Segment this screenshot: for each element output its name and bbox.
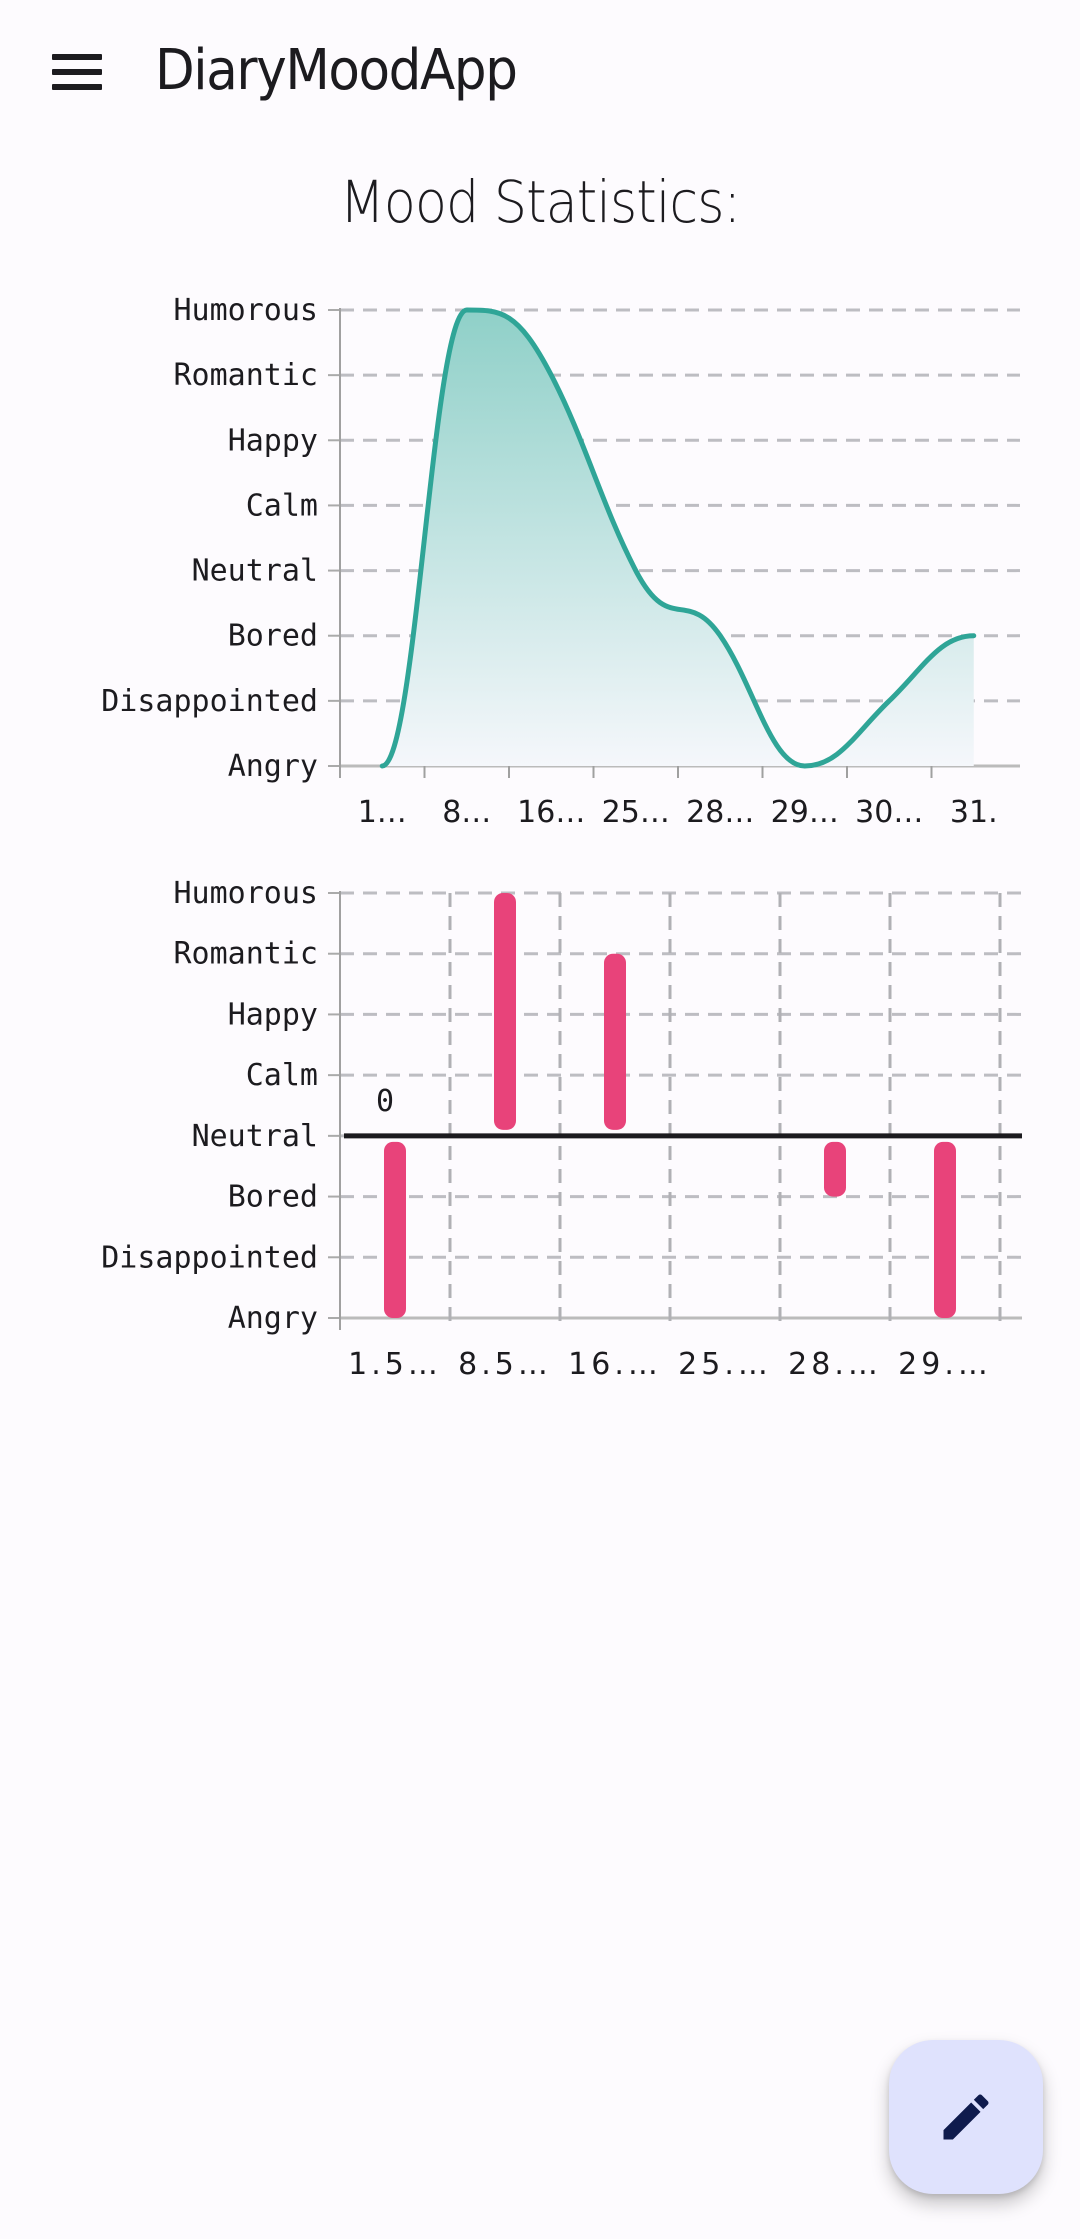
mood-bar — [824, 1141, 846, 1197]
y-tick-label: Calm — [246, 488, 318, 523]
pencil-edit-icon — [943, 2094, 989, 2140]
x-tick-label: 1.5… — [348, 1347, 442, 1382]
y-tick-label: Angry — [228, 749, 318, 784]
y-tick-label: Disappointed — [101, 1240, 318, 1275]
baseline-annotation: 0 — [376, 1084, 394, 1119]
mood-bar-chart: Angry Disappointed Bored Neutral Calm Happy Ro… — [101, 876, 1022, 1382]
x-tick-label: 16… — [517, 795, 585, 830]
y-tick-label: Happy — [228, 997, 318, 1032]
x-tick-label: 1… — [358, 795, 407, 830]
x-tick-label: 28.… — [788, 1347, 882, 1382]
mood-line-chart: Angry Disappointed Bored Neutral Calm Happy Ro… — [101, 293, 1020, 830]
y-tick-label: Bored — [228, 619, 318, 654]
y-tick-label: Calm — [246, 1058, 318, 1093]
y-tick-label: Bored — [228, 1180, 318, 1215]
x-tick-label: 29.… — [898, 1347, 992, 1382]
mood-bar — [494, 893, 516, 1130]
y-tick-label: Disappointed — [101, 684, 318, 719]
x-tick-label: 25… — [602, 795, 670, 830]
menu-button[interactable] — [40, 40, 114, 104]
x-tick-label: 31. — [950, 795, 998, 830]
x-tick-label: 30… — [855, 795, 923, 830]
mood-bar — [604, 953, 626, 1130]
new-entry-fab[interactable] — [889, 2040, 1043, 2194]
mood-bar — [384, 1141, 406, 1318]
x-tick-label: 28… — [686, 795, 754, 830]
area-fill — [382, 310, 974, 766]
x-tick-label: 25.… — [678, 1347, 772, 1382]
x-tick-label: 16.… — [568, 1347, 662, 1382]
y-tick-label: Humorous — [174, 876, 319, 911]
app-bar: DiaryMoodApp — [0, 0, 1080, 150]
page-title: Mood Statistics: — [339, 168, 741, 236]
y-tick-label: Happy — [228, 423, 318, 458]
y-tick-label: Neutral — [192, 1119, 318, 1154]
app-title: DiaryMoodApp — [155, 38, 518, 103]
x-tick-label: 29… — [771, 795, 839, 830]
y-tick-label: Humorous — [174, 293, 319, 328]
y-tick-label: Romantic — [174, 358, 319, 393]
y-tick-label: Romantic — [174, 937, 319, 972]
mood-bar — [934, 1141, 956, 1318]
y-tick-label: Neutral — [192, 554, 318, 589]
y-tick-label: Angry — [228, 1301, 318, 1336]
x-tick-label: 8… — [442, 795, 491, 830]
x-tick-label: 8.5… — [458, 1347, 552, 1382]
